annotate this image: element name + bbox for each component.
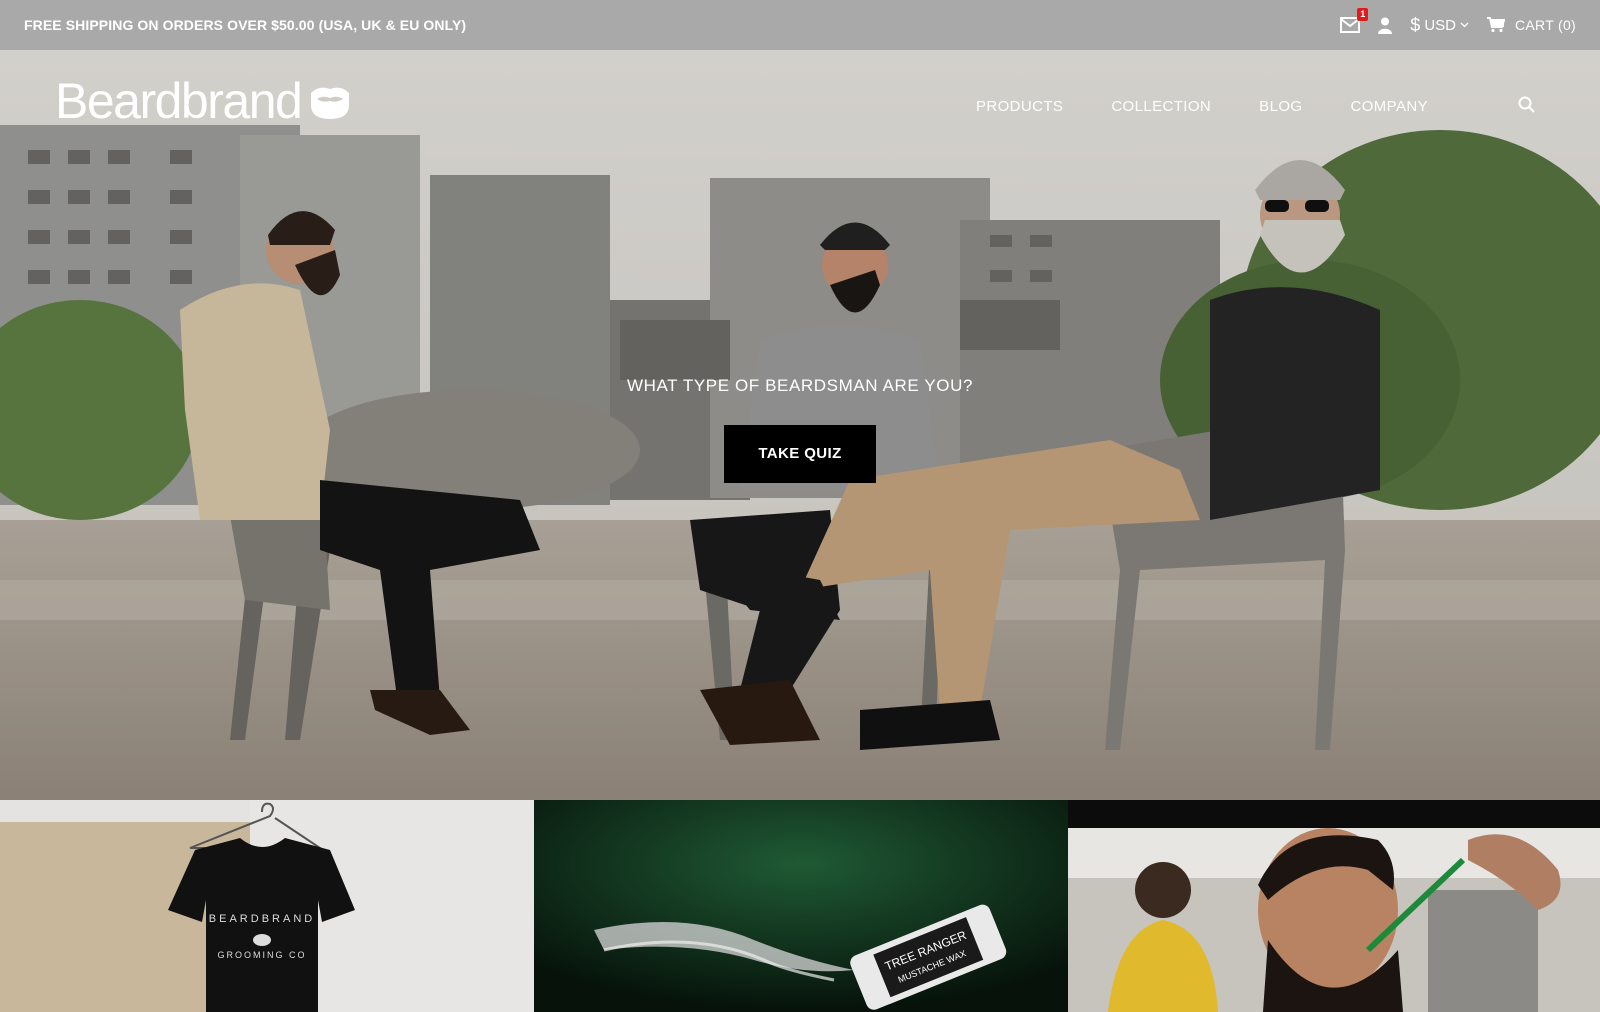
announcement-bar: FREE SHIPPING ON ORDERS OVER $50.00 (USA…	[0, 0, 1600, 50]
mustache-wax-image: TREE RANGER MUSTACHE WAX	[534, 800, 1068, 1012]
tile-apparel[interactable]: BEARDBRAND GROOMING CO	[0, 800, 534, 1012]
tile-barbershop[interactable]	[1068, 800, 1600, 1012]
search-icon[interactable]	[1518, 96, 1535, 113]
utility-nav: 1 $ USD CART (0)	[1340, 8, 1576, 36]
cart-label: CART (0)	[1514, 17, 1576, 33]
shirt-print-title: BEARDBRAND	[209, 913, 315, 925]
primary-nav: PRODUCTS COLLECTION BLOG COMPANY	[976, 98, 1428, 115]
nav-collection[interactable]: COLLECTION	[1111, 98, 1211, 115]
mail-badge: 1	[1357, 8, 1369, 21]
main-header: Beardbrand PRODUCTS COLLECTION BLOG COMP…	[0, 50, 1600, 160]
cart-link[interactable]: CART (0)	[1486, 17, 1576, 33]
quiz-callout: WHAT TYPE OF BEARDSMAN ARE YOU? TAKE QUI…	[0, 376, 1600, 483]
nav-blog[interactable]: BLOG	[1259, 98, 1302, 115]
cart-icon	[1486, 17, 1505, 33]
logo[interactable]: Beardbrand	[55, 76, 351, 126]
quiz-question: WHAT TYPE OF BEARDSMAN ARE YOU?	[626, 376, 974, 395]
mail-link[interactable]: 1	[1340, 8, 1369, 33]
logo-wordmark: Beardbrand	[55, 73, 303, 129]
barbershop-image	[1068, 800, 1600, 1012]
currency-symbol: $	[1410, 14, 1421, 35]
currency-code: USD	[1424, 16, 1456, 34]
user-icon	[1378, 17, 1393, 34]
hero-banner: Beardbrand PRODUCTS COLLECTION BLOG COMP…	[0, 50, 1600, 800]
free-shipping-text: FREE SHIPPING ON ORDERS OVER $50.00 (USA…	[24, 17, 467, 33]
currency-selector[interactable]: $ USD	[1410, 15, 1469, 36]
nav-products[interactable]: PRODUCTS	[976, 98, 1063, 115]
tshirt-image: BEARDBRAND GROOMING CO	[0, 800, 534, 1012]
feature-tiles: BEARDBRAND GROOMING CO TREE RANGER MUSTA…	[0, 800, 1600, 1012]
take-quiz-button[interactable]: TAKE QUIZ	[724, 425, 876, 483]
nav-company[interactable]: COMPANY	[1350, 98, 1428, 115]
mustache-logo-icon	[311, 87, 350, 119]
tile-mustache-wax[interactable]: TREE RANGER MUSTACHE WAX	[534, 800, 1068, 1012]
shirt-print-subtitle: GROOMING CO	[218, 950, 307, 960]
account-link[interactable]	[1378, 17, 1393, 34]
chevron-down-icon	[1460, 22, 1469, 28]
